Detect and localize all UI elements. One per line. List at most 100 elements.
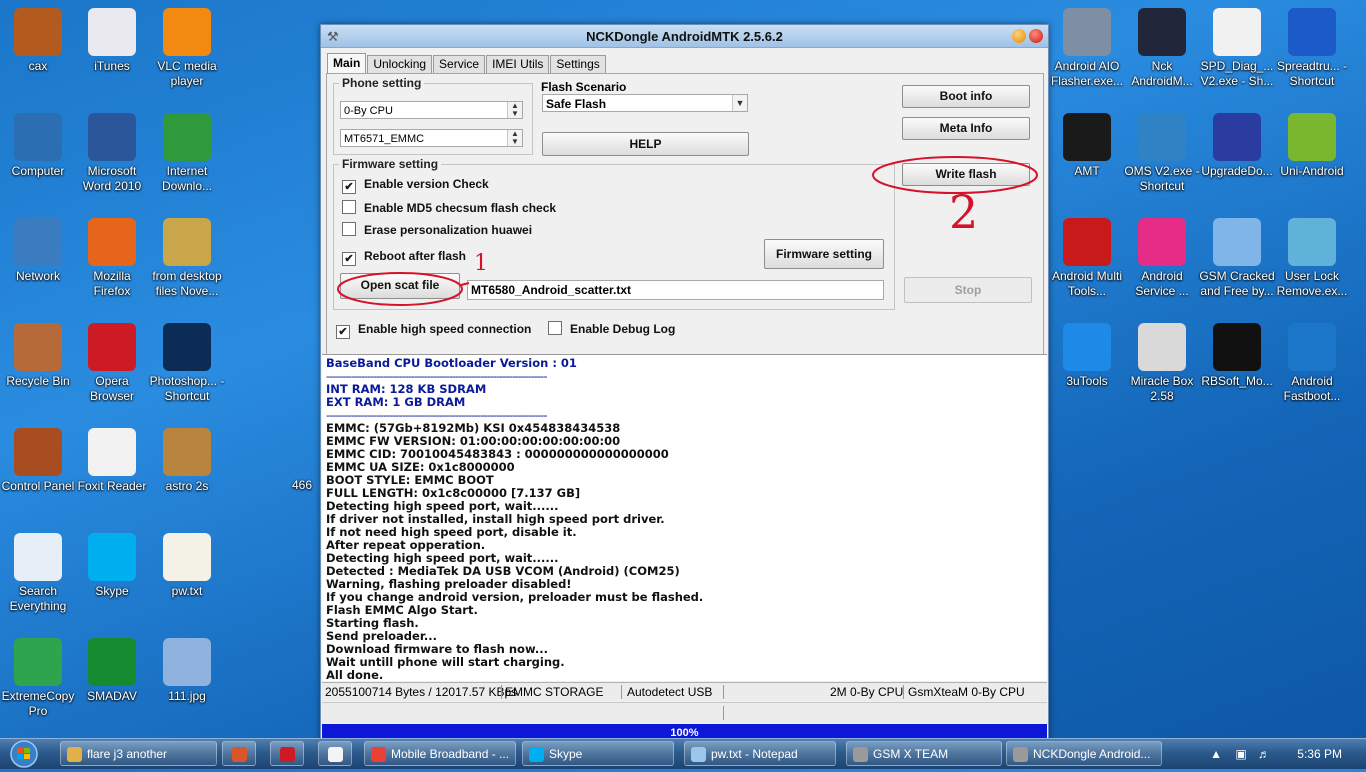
desktop-icon[interactable]: cax: [0, 8, 76, 74]
desktop-icon-label: pw.txt: [171, 584, 203, 598]
app-icon: [1138, 113, 1186, 161]
desktop-icon[interactable]: AMT: [1049, 113, 1125, 179]
desktop-icon[interactable]: SMADAV: [74, 638, 150, 704]
app-icon: [163, 8, 211, 56]
desktop-icon[interactable]: Computer: [0, 113, 76, 179]
desktop-icon-label: Photoshop... - Shortcut: [149, 374, 225, 403]
app-icon: [1288, 8, 1336, 56]
app-icon: [88, 428, 136, 476]
taskbar-app-icon: [232, 747, 247, 762]
desktop-icon[interactable]: Nck AndroidM...: [1124, 8, 1200, 89]
desktop-icon[interactable]: Control Panel: [0, 428, 76, 494]
desktop-icon-label: Foxit Reader: [77, 479, 147, 493]
desktop-icon[interactable]: 3uTools: [1049, 323, 1125, 389]
start-button[interactable]: [4, 739, 44, 769]
status-bytes: 2055100714 Bytes / 12017.57 KBps: [325, 685, 518, 699]
app-icon: [163, 533, 211, 581]
desktop-icon[interactable]: Android Service ...: [1124, 218, 1200, 299]
desktop-icon[interactable]: Miracle Box 2.58: [1124, 323, 1200, 404]
desktop-icon[interactable]: Microsoft Word 2010: [74, 113, 150, 194]
app-icon: [14, 323, 62, 371]
app-icon: [1213, 113, 1261, 161]
desktop-icon[interactable]: Uni-Android: [1274, 113, 1350, 179]
desktop-icon[interactable]: OMS V2.exe - Shortcut: [1124, 113, 1200, 194]
desktop-icon[interactable]: RBSoft_Mo...: [1199, 323, 1275, 389]
taskbar-item[interactable]: [222, 741, 256, 766]
desktop-icon[interactable]: Recycle Bin: [0, 323, 76, 389]
taskbar-item-label: Skype: [549, 747, 583, 761]
desktop-icon-label: iTunes: [94, 59, 130, 73]
desktop-icon[interactable]: astro 2s: [149, 428, 225, 494]
desktop-icon-label: Android Fastboot...: [1283, 374, 1341, 403]
taskbar-item[interactable]: pw.txt - Notepad: [684, 741, 836, 766]
tray-expand-icon[interactable]: ▲: [1210, 747, 1222, 761]
app-icon: [1138, 8, 1186, 56]
app-icon: [14, 8, 62, 56]
desktop-icon[interactable]: Mozilla Firefox: [74, 218, 150, 299]
desktop-icon[interactable]: ExtremeCopy Pro: [0, 638, 76, 719]
taskbar-item[interactable]: [318, 741, 352, 766]
desktop-icon[interactable]: Internet Downlo...: [149, 113, 225, 194]
app-icon: [1063, 323, 1111, 371]
app-icon: [163, 428, 211, 476]
network-icon[interactable]: ▣: [1235, 747, 1246, 761]
taskbar-item[interactable]: [270, 741, 304, 766]
status-cpu: 2M 0-By CPU: [830, 685, 904, 699]
desktop-icon[interactable]: Network: [0, 218, 76, 284]
desktop-icon[interactable]: Photoshop... - Shortcut: [149, 323, 225, 404]
desktop-icon[interactable]: SPD_Diag_... V2.exe - Sh...: [1199, 8, 1275, 89]
clock[interactable]: 5:36 PM: [1297, 739, 1342, 769]
taskbar-item[interactable]: flare j3 another: [60, 741, 217, 766]
desktop-icon-label: Internet Downlo...: [161, 164, 213, 193]
desktop-icon[interactable]: Search Everything: [0, 533, 76, 614]
taskbar-app-icon: [67, 747, 82, 762]
status-divider: [723, 706, 724, 720]
app-icon: [1288, 218, 1336, 266]
desktop-icon-label: GSM Cracked and Free by...: [1199, 269, 1275, 298]
desktop-icon[interactable]: Android Fastboot...: [1274, 323, 1350, 404]
log-line: Flash EMMC Algo Start.: [326, 603, 478, 617]
taskbar-app-icon: [529, 747, 544, 762]
app-icon: [1213, 218, 1261, 266]
taskbar-item-label: pw.txt - Notepad: [711, 747, 798, 761]
taskbar-item[interactable]: NCKDongle Android...: [1006, 741, 1162, 766]
desktop-icon[interactable]: 111.jpg: [149, 638, 225, 704]
taskbar-item[interactable]: Mobile Broadband - ...: [364, 741, 516, 766]
desktop-icon-label: SMADAV: [87, 689, 137, 703]
app-icon: [1063, 8, 1111, 56]
desktop-icon[interactable]: VLC media player: [149, 8, 225, 89]
taskbar-app-icon: [328, 747, 343, 762]
app-icon: [163, 638, 211, 686]
app-icon: [88, 8, 136, 56]
desktop-icon[interactable]: Foxit Reader: [74, 428, 150, 494]
taskbar-item[interactable]: GSM X TEAM: [846, 741, 1002, 766]
desktop-icon[interactable]: Opera Browser: [74, 323, 150, 404]
desktop-icon[interactable]: Android AIO Flasher.exe...: [1049, 8, 1125, 89]
desktop-icon-label: 111.jpg: [168, 689, 206, 703]
taskbar-item-label: GSM X TEAM: [873, 747, 949, 761]
app-icon: [14, 113, 62, 161]
desktop-icon[interactable]: Spreadtru... - Shortcut: [1274, 8, 1350, 89]
desktop-icon[interactable]: UpgradeDo...: [1199, 113, 1275, 179]
system-tray[interactable]: ▲ ▣ ♬: [1210, 739, 1270, 769]
desktop-icon[interactable]: User Lock Remove.ex...: [1274, 218, 1350, 299]
desktop-icon[interactable]: from desktop files Nove...: [149, 218, 225, 299]
status-bar-secondary: [322, 702, 1047, 723]
desktop-icon-label: AMT: [1074, 164, 1100, 178]
desktop-icon[interactable]: Skype: [74, 533, 150, 599]
app-icon: [163, 113, 211, 161]
desktop-icon-label: Android Multi Tools...: [1051, 269, 1123, 298]
log-line: All done.: [326, 668, 384, 682]
desktop-icon-label: Miracle Box 2.58: [1130, 374, 1194, 403]
taskbar-item-label: flare j3 another: [87, 747, 168, 761]
desktop-icon[interactable]: Android Multi Tools...: [1049, 218, 1125, 299]
desktop-icon[interactable]: iTunes: [74, 8, 150, 74]
app-icon: [1213, 323, 1261, 371]
desktop-icon[interactable]: pw.txt: [149, 533, 225, 599]
status-usb: Autodetect USB: [627, 685, 713, 699]
desktop-icon-label: ExtremeCopy Pro: [1, 689, 75, 718]
log-output[interactable]: BaseBand CPU Bootloader Version : 01 ---…: [322, 354, 1047, 682]
desktop-icon[interactable]: GSM Cracked and Free by...: [1199, 218, 1275, 299]
volume-icon[interactable]: ♬: [1258, 747, 1270, 761]
taskbar-item[interactable]: Skype: [522, 741, 674, 766]
